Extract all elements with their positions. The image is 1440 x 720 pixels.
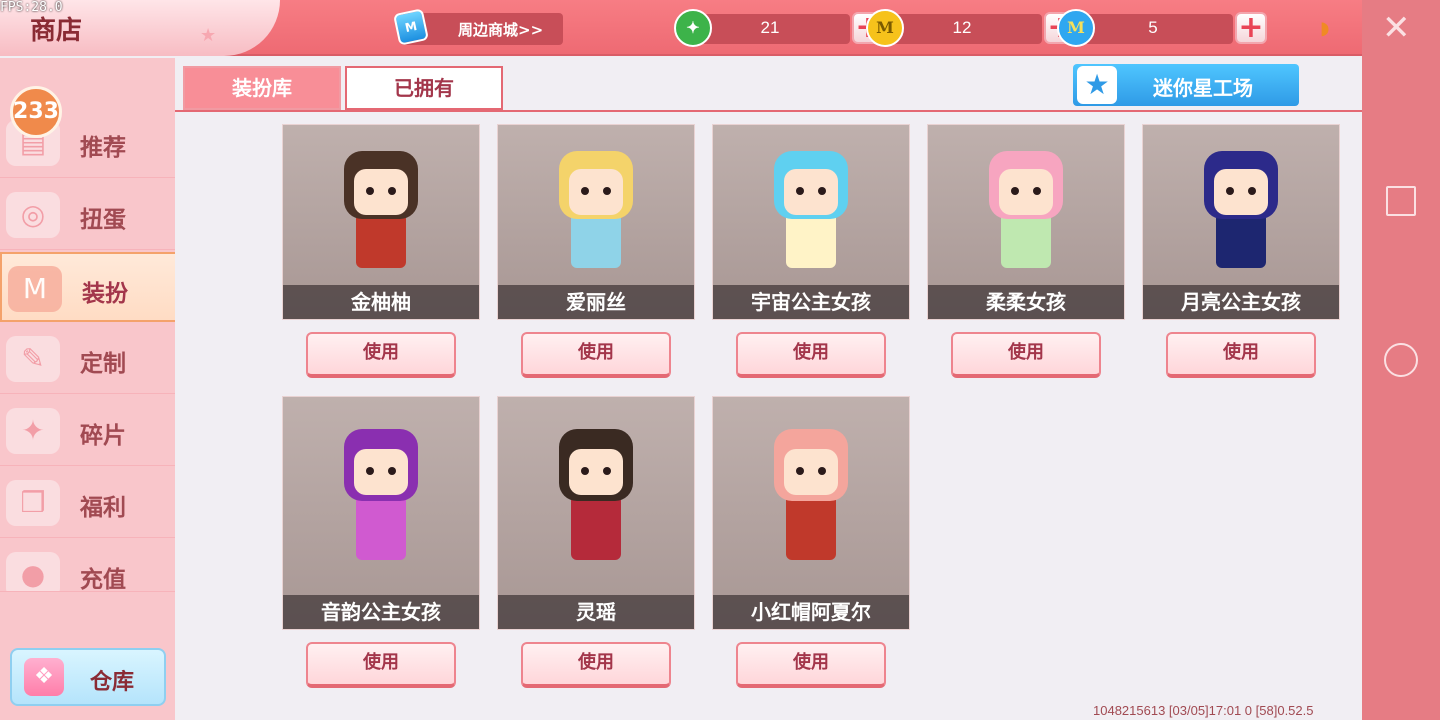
skin-portrait[interactable]: 宇宙公主女孩 <box>712 124 910 320</box>
sidebar-item-label: 装扮 <box>82 281 128 307</box>
owned-skins-grid: 金柚柚 使用 爱丽丝 使用 宇宙公主女孩 使用 柔柔女孩 使用 月亮公主女孩 使… <box>175 110 1362 720</box>
close-icon[interactable]: ✕ <box>1382 8 1411 48</box>
sidebar-item-outfit[interactable]: M 装扮 <box>0 252 175 322</box>
warehouse-label: 仓库 <box>90 670 135 695</box>
skin-portrait[interactable]: 柔柔女孩 <box>927 124 1125 320</box>
fps-counter: FPS:28.0 <box>0 0 63 15</box>
use-button[interactable]: 使用 <box>1166 332 1316 378</box>
character-figure <box>559 151 633 268</box>
sidebar-item-custom[interactable]: ✎ 定制 <box>0 324 175 394</box>
outfit-icon: M <box>8 266 62 312</box>
currency-amount: 12 <box>952 18 972 37</box>
skin-name: 小红帽阿夏尔 <box>713 595 909 629</box>
sidebar-item-label: 福利 <box>80 495 126 521</box>
skin-name: 爱丽丝 <box>498 285 694 319</box>
character-figure <box>1204 151 1278 268</box>
tab-outfit-library[interactable]: 装扮库 <box>183 66 341 110</box>
merch-store-label: 周边商城>> <box>458 21 544 39</box>
sidebar-item-gift[interactable]: ❒ 福利 <box>0 468 175 538</box>
character-figure <box>774 151 848 268</box>
character-figure <box>559 429 633 560</box>
gift-icon: ❒ <box>6 480 60 526</box>
sidebar: 233 ▤ 推荐 ◎ 扭蛋 M 装扮 ✎ 定制 ✦ 碎片 ❒ 福利 ● 充值 ❖… <box>0 58 175 720</box>
tab-owned[interactable]: 已拥有 <box>345 66 503 110</box>
currency-amount: 5 <box>1148 18 1158 37</box>
add-blue-coin-button[interactable]: + <box>1235 12 1267 44</box>
recharge-icon: ● <box>6 552 60 591</box>
character-figure <box>989 151 1063 268</box>
badge-count: 233 <box>10 86 62 138</box>
sidebar-item-label: 碎片 <box>80 423 126 449</box>
skin-portrait[interactable]: 月亮公主女孩 <box>1142 124 1340 320</box>
currency-green-gem: ✦ 21 + <box>674 9 884 47</box>
sidebar-item-label: 充值 <box>80 567 126 592</box>
use-button[interactable]: 使用 <box>521 332 671 378</box>
sidebar-item-recharge[interactable]: ● 充值 <box>0 540 175 592</box>
system-nav-bar: ✕ <box>1362 0 1440 720</box>
custom-icon: ✎ <box>6 336 60 382</box>
use-button[interactable]: 使用 <box>306 332 456 378</box>
star-icon: ★ <box>1077 66 1117 104</box>
home-icon[interactable] <box>1384 343 1418 377</box>
use-button[interactable]: 使用 <box>951 332 1101 378</box>
sidebar-item-label: 扭蛋 <box>80 207 126 233</box>
use-button[interactable]: 使用 <box>736 642 886 688</box>
skin-portrait[interactable]: 小红帽阿夏尔 <box>712 396 910 630</box>
sidebar-item-fragment[interactable]: ✦ 碎片 <box>0 396 175 466</box>
sidebar-item-label: 定制 <box>80 351 126 377</box>
warehouse-icon: ❖ <box>24 658 64 696</box>
skin-portrait[interactable]: 爱丽丝 <box>497 124 695 320</box>
merch-store-button[interactable]: M 周边商城>> <box>393 8 563 46</box>
character-figure <box>344 151 418 268</box>
character-figure <box>344 429 418 560</box>
skin-name: 柔柔女孩 <box>928 285 1124 319</box>
skin-name: 音韵公主女孩 <box>283 595 479 629</box>
sidebar-item-gacha[interactable]: ◎ 扭蛋 <box>0 180 175 250</box>
star-decoration-icon: ★ <box>200 25 217 46</box>
currency-amount: 21 <box>760 18 780 37</box>
mini-workshop-label: 迷你星工场 <box>1153 76 1253 100</box>
skin-name: 宇宙公主女孩 <box>713 285 909 319</box>
skin-name: 金柚柚 <box>283 285 479 319</box>
fragment-icon: ✦ <box>6 408 60 454</box>
skin-name: 灵瑶 <box>498 595 694 629</box>
sidebar-item-label: 推荐 <box>80 135 126 161</box>
gacha-icon: ◎ <box>6 192 60 238</box>
skin-portrait[interactable]: 金柚柚 <box>282 124 480 320</box>
skin-portrait[interactable]: 音韵公主女孩 <box>282 396 480 630</box>
use-button[interactable]: 使用 <box>306 642 456 688</box>
recent-apps-icon[interactable] <box>1386 186 1416 216</box>
tab-strip: 装扮库 已拥有 ★ 迷你星工场 <box>175 58 1362 110</box>
currency-blue-coin: M 5 + <box>1057 9 1267 47</box>
shopping-bag-icon: M <box>393 8 429 46</box>
debug-info: 1048215613 [03/05]17:01 0 [58]0.52.5 <box>1093 703 1314 718</box>
skin-name: 月亮公主女孩 <box>1143 285 1339 319</box>
currency-gold-coin: M 12 + <box>866 9 1076 47</box>
page-title: 商店 <box>30 16 83 46</box>
character-figure <box>774 429 848 560</box>
warehouse-button[interactable]: ❖ 仓库 <box>10 648 166 706</box>
top-bar: 商店 ★ M 周边商城>> ✦ 21 + M 12 + M 5 + ◗ <box>0 0 1362 56</box>
rss-icon[interactable]: ◗ <box>1320 18 1329 39</box>
use-button[interactable]: 使用 <box>736 332 886 378</box>
mini-workshop-button[interactable]: ★ 迷你星工场 <box>1073 64 1299 106</box>
use-button[interactable]: 使用 <box>521 642 671 688</box>
skin-portrait[interactable]: 灵瑶 <box>497 396 695 630</box>
